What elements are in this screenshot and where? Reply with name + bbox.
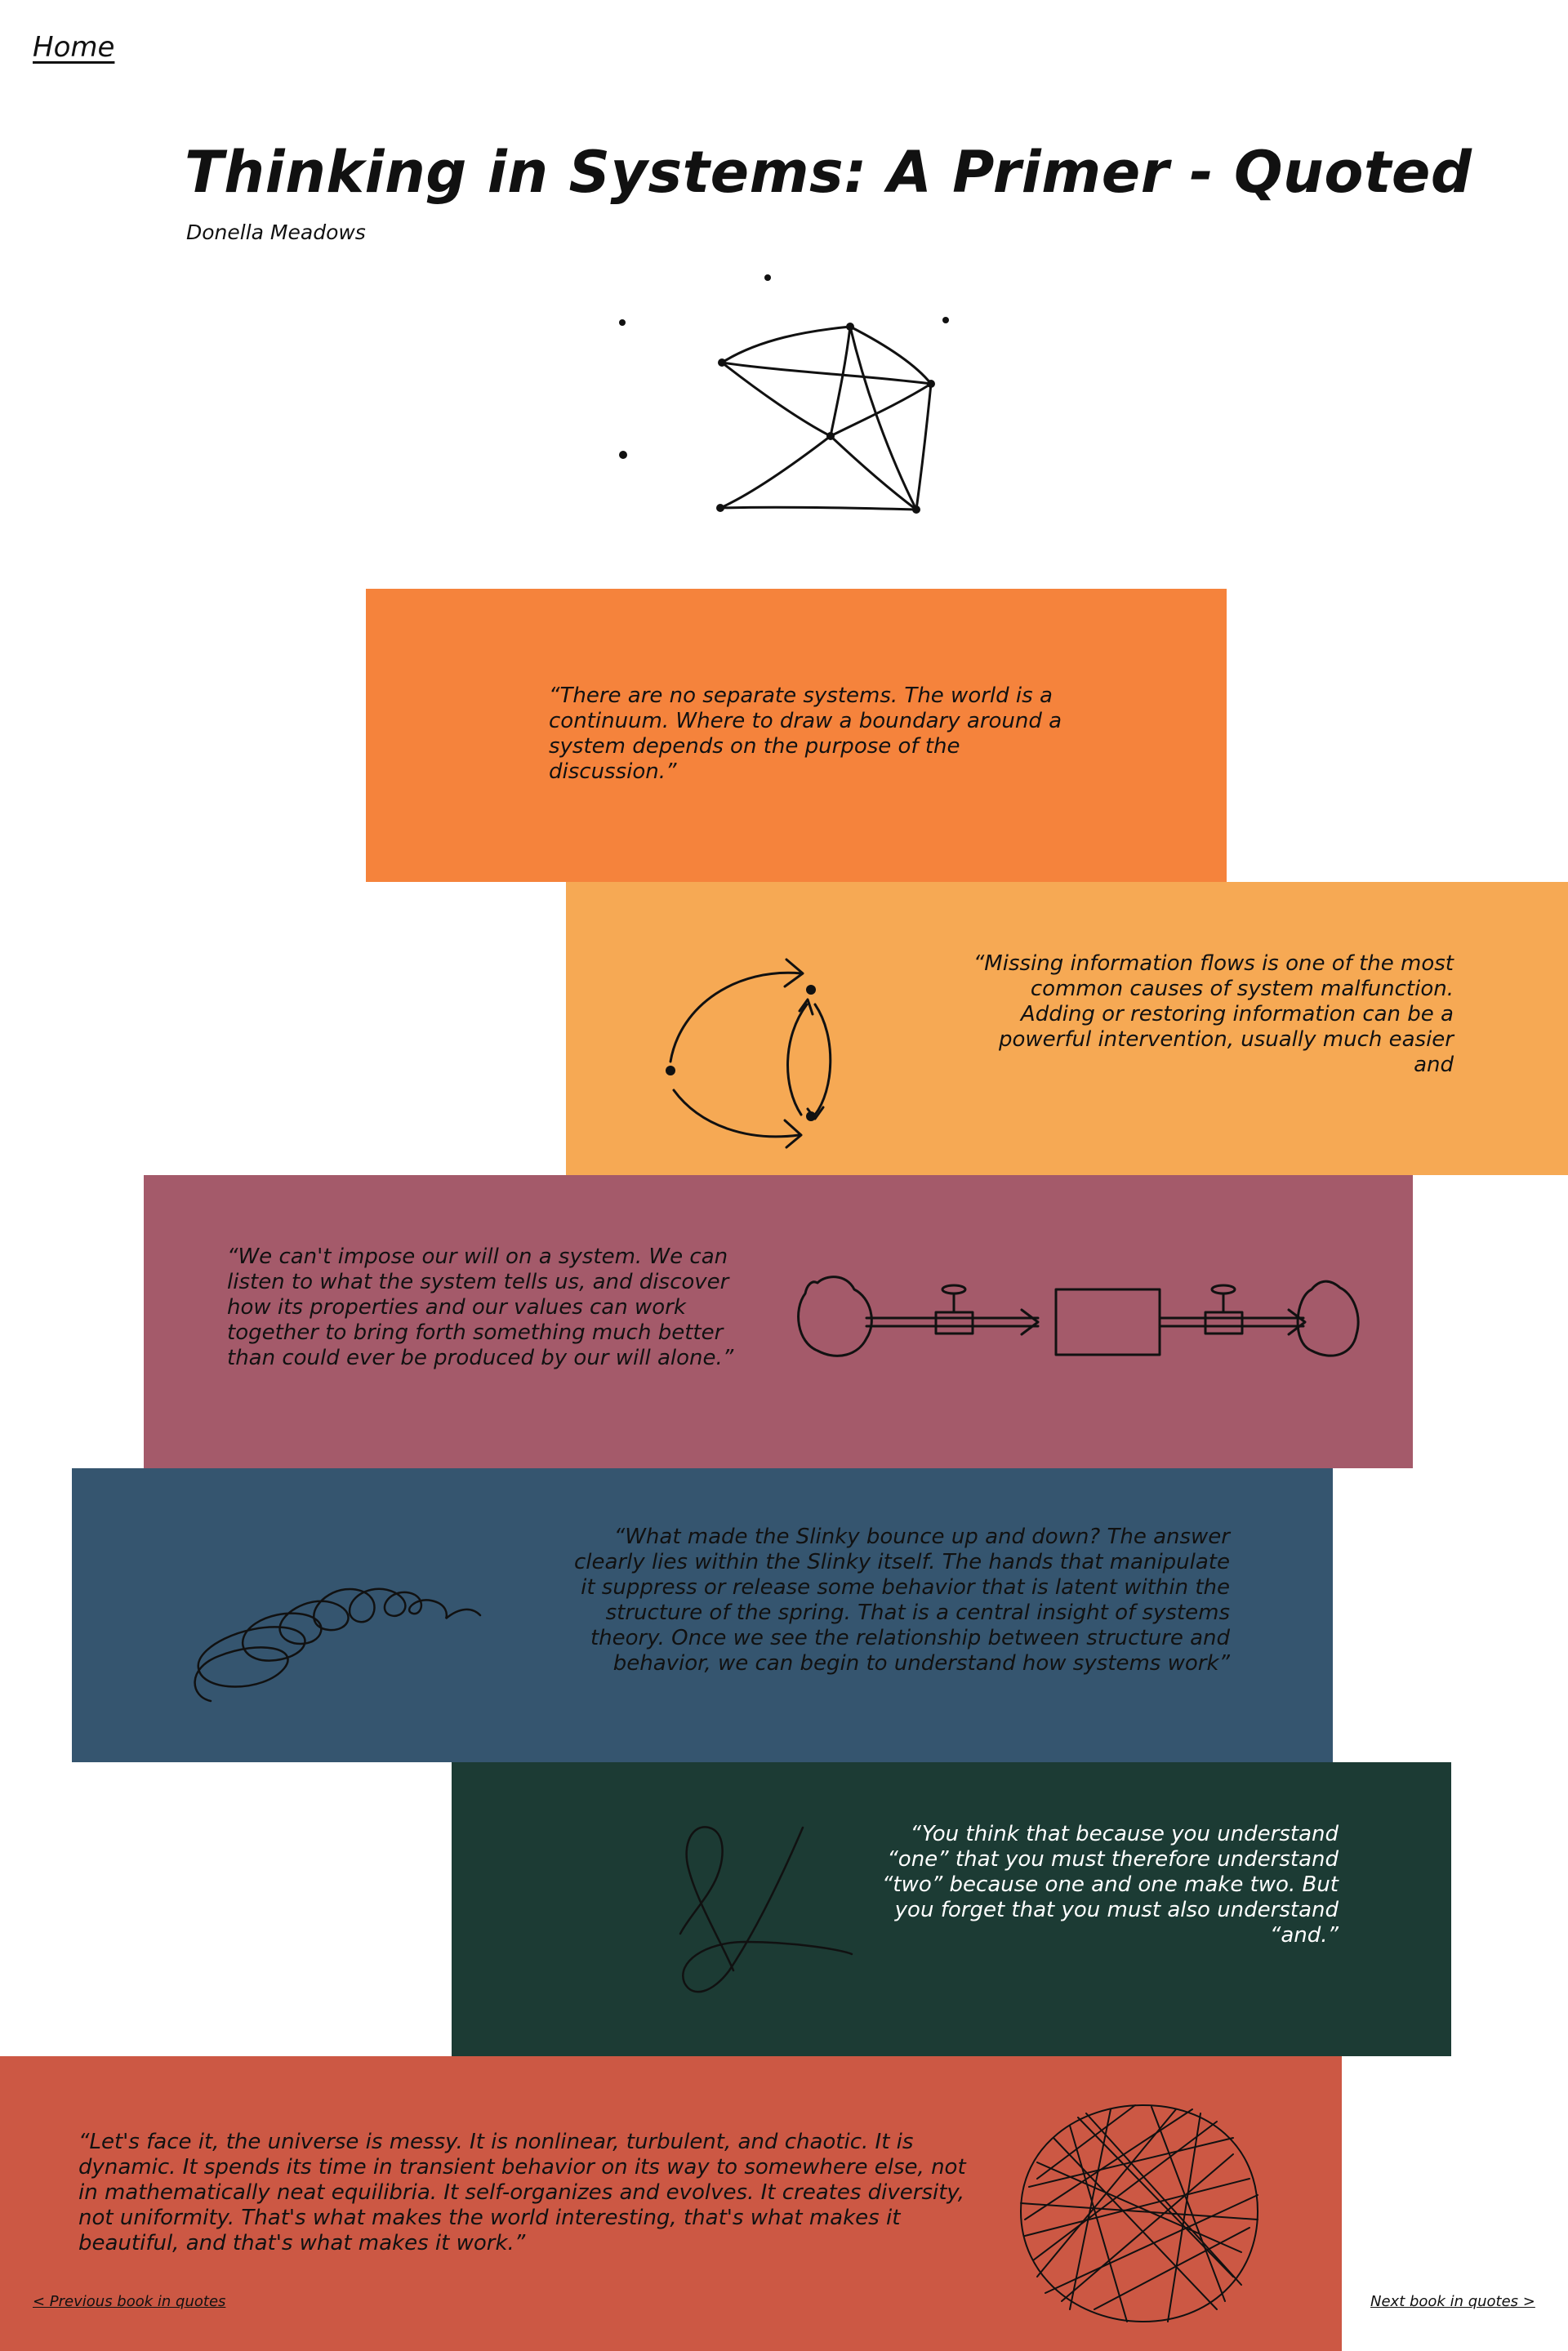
quote-text: “You think that because you understand “… xyxy=(881,1822,1339,1948)
quote-card: “We can't impose our will on a system. W… xyxy=(144,1175,1413,1468)
quote-card: “Missing information flows is one of the… xyxy=(566,882,1568,1175)
quote-card: “Let's face it, the universe is messy. I… xyxy=(0,2056,1342,2351)
quote-text: “Let's face it, the universe is messy. I… xyxy=(78,2130,966,2255)
cycle-arrows-icon xyxy=(666,958,832,1149)
author-name: Donella Meadows xyxy=(186,220,366,244)
quote-text: “There are no separate systems. The worl… xyxy=(549,683,1062,784)
quote-text: “What made the Slinky bounce up and down… xyxy=(573,1525,1230,1676)
stock-flow-diagram-icon xyxy=(797,1276,1360,1357)
quote-card: “What made the Slinky bounce up and down… xyxy=(72,1468,1333,1762)
home-link[interactable]: Home xyxy=(33,31,114,64)
quote-text: “We can't impose our will on a system. W… xyxy=(227,1245,734,1370)
slinky-spring-icon xyxy=(194,1587,482,1703)
quote-text: “Missing information flows is one of the… xyxy=(973,951,1454,1077)
ampersand-icon xyxy=(679,1826,853,1993)
tangled-sphere-icon xyxy=(1019,2104,1259,2323)
network-graph-icon xyxy=(619,274,949,514)
quote-card: “You think that because you understand “… xyxy=(452,1762,1451,2056)
next-book-link[interactable]: Next book in quotes > xyxy=(1370,2293,1535,2310)
page-title: Thinking in Systems: A Primer - Quoted xyxy=(185,139,1472,206)
quote-card: “There are no separate systems. The worl… xyxy=(366,589,1227,882)
previous-book-link[interactable]: < Previous book in quotes xyxy=(33,2293,225,2310)
